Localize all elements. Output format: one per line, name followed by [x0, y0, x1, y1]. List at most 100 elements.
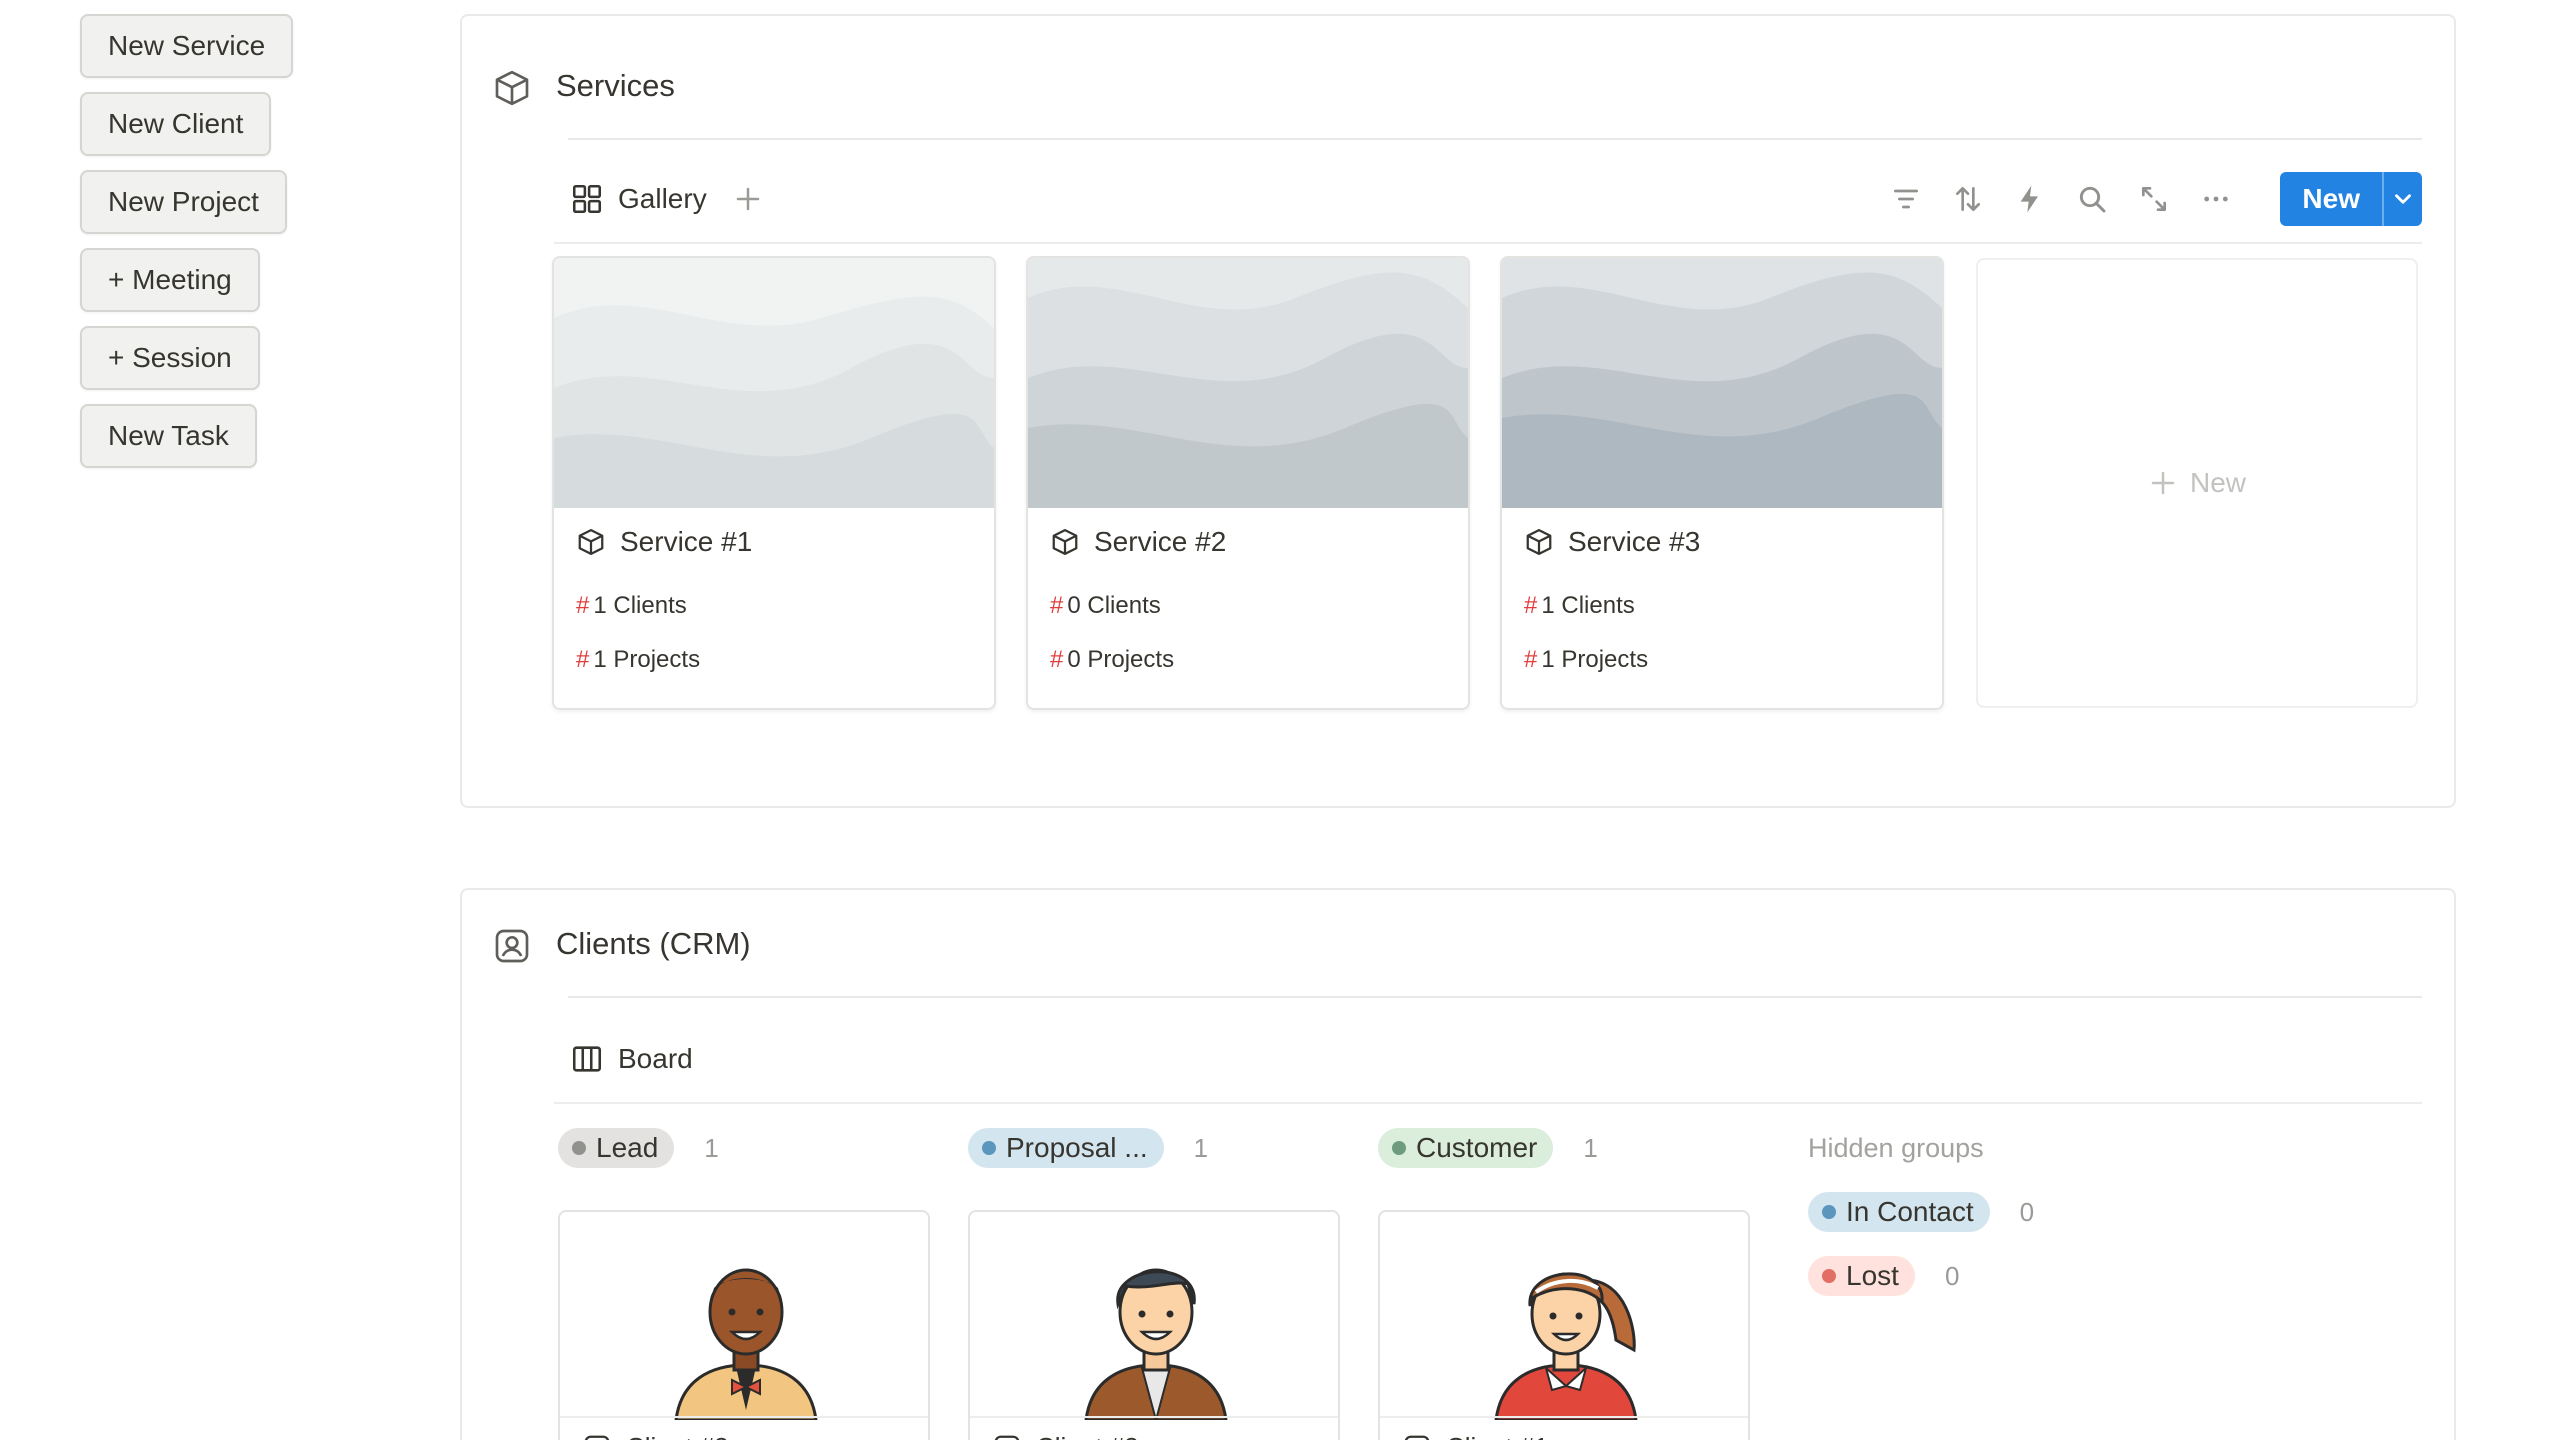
expand-icon[interactable]: [2136, 181, 2172, 217]
new-service-button[interactable]: New Service: [80, 14, 294, 78]
status-dot: [572, 1141, 586, 1155]
clients-database: Clients (CRM) Board Lead 1 Proposal ... …: [460, 888, 2456, 1440]
hidden-group-row[interactable]: In Contact 0: [1808, 1192, 2088, 1232]
status-dot: [1822, 1269, 1836, 1283]
new-client-button[interactable]: New Client: [80, 92, 272, 156]
status-dot: [982, 1141, 996, 1155]
clients-view-bar: Board: [554, 1016, 2422, 1104]
card-cover-image: [1502, 258, 1942, 508]
card-clients-count: #0 Clients: [1050, 592, 1161, 620]
tab-gallery[interactable]: Gallery: [554, 182, 707, 216]
clients-value: 0 Clients: [1067, 592, 1161, 619]
clients-header: Clients (CRM): [492, 910, 2422, 998]
clients-board: Lead 1 Client #3: [558, 1126, 2088, 1440]
group-count: 0: [1944, 1260, 1960, 1291]
status-dot: [1822, 1205, 1836, 1219]
card-cover-image: [1028, 258, 1468, 508]
status-tag-lead[interactable]: Lead: [558, 1128, 675, 1168]
new-button-group: New: [2280, 172, 2422, 226]
board-column-customer: Customer 1 Cl: [1378, 1126, 1750, 1440]
gallery-card[interactable]: Service #2 #0 Clients #0 Projects: [1026, 256, 1470, 710]
number-icon: #: [1050, 592, 1064, 619]
add-view-button[interactable]: [731, 182, 765, 216]
status-tag-label: Lead: [596, 1132, 659, 1163]
cube-icon: [1052, 529, 1078, 555]
card-clients-count: #1 Clients: [1524, 592, 1635, 620]
tab-board-label: Board: [618, 1043, 693, 1074]
new-project-button[interactable]: New Project: [80, 170, 287, 234]
column-header: Lead 1: [558, 1126, 930, 1170]
services-gallery: Service #1 #1 Clients #1 Projects Servic…: [552, 256, 2418, 710]
services-view-bar: Gallery New: [554, 156, 2422, 244]
services-header: Services: [492, 52, 2422, 140]
quick-actions: New Service New Client New Project + Mee…: [80, 14, 294, 468]
card-title: Client #2: [992, 1432, 1139, 1440]
divider: [970, 1416, 1338, 1418]
board-column-proposal: Proposal ... 1 Client #2: [968, 1126, 1340, 1440]
number-icon: #: [576, 592, 590, 619]
number-icon: #: [1524, 646, 1538, 673]
hidden-groups: Hidden groups In Contact 0 Lost 0: [1788, 1126, 2088, 1440]
tab-board[interactable]: Board: [554, 1042, 693, 1076]
card-title: Client #3: [582, 1432, 729, 1440]
add-session-button[interactable]: + Session: [80, 326, 260, 390]
search-icon[interactable]: [2074, 181, 2110, 217]
services-database: Services Gallery New Service #1 # 1 Clie…: [460, 14, 2456, 808]
card-title: Service #2: [1050, 526, 1226, 558]
card-projects-count: #1 Projects: [1524, 646, 1648, 674]
clients-value: 1 Clients: [593, 592, 687, 619]
client-avatar-image: [1494, 1272, 1638, 1420]
plus-icon: [736, 187, 759, 211]
plus-icon: [2151, 471, 2175, 495]
card-title-text: Client #2: [1036, 1432, 1139, 1440]
hidden-group-row[interactable]: Lost 0: [1808, 1256, 2088, 1296]
filter-icon[interactable]: [1888, 181, 1924, 217]
new-card-button[interactable]: New: [1976, 258, 2418, 708]
new-dropdown-button[interactable]: [2382, 172, 2422, 226]
card-title-text: Service #3: [1568, 526, 1701, 557]
board-card[interactable]: Client #3: [558, 1210, 930, 1440]
contact-icon: [495, 929, 529, 963]
lightning-icon[interactable]: [2012, 181, 2048, 217]
more-icon[interactable]: [2198, 181, 2234, 217]
client-avatar-image: [1084, 1268, 1228, 1420]
status-tag-label: In Contact: [1846, 1196, 1974, 1227]
projects-value: 1 Projects: [593, 646, 701, 673]
client-avatar-image: [674, 1268, 818, 1420]
status-tag-proposal[interactable]: Proposal ...: [968, 1128, 1164, 1168]
card-title: Client #1: [1402, 1432, 1549, 1440]
column-count: 1: [1193, 1132, 1209, 1163]
gallery-card[interactable]: Service #1 #1 Clients #1 Projects: [552, 256, 996, 710]
card-clients-count: #1 Clients: [576, 592, 687, 620]
clients-title[interactable]: Clients (CRM): [556, 926, 751, 962]
status-tag-customer[interactable]: Customer: [1378, 1128, 1554, 1168]
add-meeting-button[interactable]: + Meeting: [80, 248, 260, 312]
board-card[interactable]: Client #1: [1378, 1210, 1750, 1440]
board-icon: [572, 1046, 602, 1072]
card-title-text: Service #2: [1094, 526, 1227, 557]
number-icon: #: [1524, 592, 1538, 619]
sort-icon[interactable]: [1950, 181, 1986, 217]
status-tag-lost[interactable]: Lost: [1808, 1256, 1915, 1296]
hidden-groups-title: Hidden groups: [1808, 1132, 1984, 1163]
gallery-icon: [572, 184, 602, 214]
clients-value: 1 Clients: [1541, 592, 1635, 619]
status-tag-in-contact[interactable]: In Contact: [1808, 1192, 1990, 1232]
number-icon: #: [1050, 646, 1064, 673]
status-dot: [1392, 1141, 1406, 1155]
column-header: Proposal ... 1: [968, 1126, 1340, 1170]
services-title[interactable]: Services: [556, 68, 675, 104]
column-count: 1: [704, 1132, 719, 1163]
board-card[interactable]: Client #2: [968, 1210, 1340, 1440]
new-task-button[interactable]: New Task: [80, 404, 257, 468]
projects-value: 0 Projects: [1067, 646, 1175, 673]
card-title-text: Client #1: [1446, 1432, 1549, 1440]
contact-icon: [994, 1435, 1020, 1440]
new-button[interactable]: New: [2280, 172, 2382, 226]
gallery-card[interactable]: Service #3 #1 Clients #1 Projects: [1500, 256, 1944, 710]
card-title: Service #3: [1524, 526, 1700, 558]
new-card-label: New: [2189, 467, 2246, 498]
card-projects-count: #0 Projects: [1050, 646, 1174, 674]
card-projects-count: #1 Projects: [576, 646, 700, 674]
card-cover-image: [554, 258, 994, 508]
